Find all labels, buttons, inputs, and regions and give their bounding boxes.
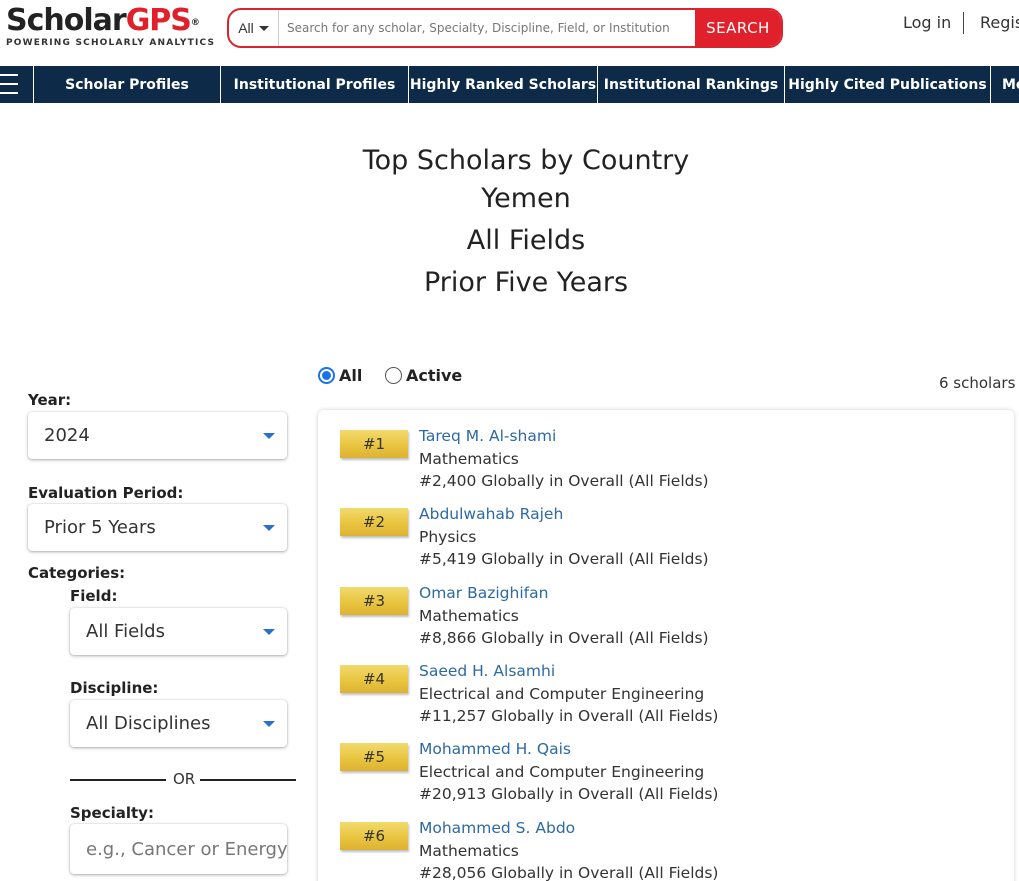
scholar-entry: #5 Mohammed H. Qais Electrical and Compu… <box>318 723 1014 803</box>
search-scope-label: All <box>238 20 254 36</box>
radio-all-label: All <box>339 366 363 385</box>
dropdown-arrow-icon <box>263 432 275 439</box>
nav-highly-ranked-scholars[interactable]: Highly Ranked Scholars <box>409 66 598 103</box>
scholar-name-link[interactable]: Tareq M. Al-shami <box>419 427 556 445</box>
rank-badge: #2 <box>340 508 408 536</box>
rank-badge: #6 <box>340 822 408 850</box>
period-title: Prior Five Years <box>423 267 629 298</box>
field-select[interactable]: All Fields <box>70 608 287 655</box>
dropdown-arrow-icon <box>263 720 275 727</box>
scholar-count: 6 scholars <box>939 374 1016 392</box>
or-divider-right <box>200 779 296 781</box>
scholar-name-link[interactable]: Abdulwahab Rajeh <box>419 505 563 523</box>
evaluation-period-select[interactable]: Prior 5 Years <box>28 504 287 551</box>
scholar-field: Electrical and Computer Engineering <box>419 685 705 703</box>
dropdown-arrow-icon <box>263 628 275 635</box>
scholar-entry: #1 Tareq M. Al-shami Mathematics #2,400 … <box>318 410 1014 490</box>
discipline-value: All Disciplines <box>86 713 211 734</box>
discipline-select[interactable]: All Disciplines <box>70 700 287 747</box>
rank-badge: #4 <box>340 665 408 693</box>
nav-institutional-profiles[interactable]: Institutional Profiles <box>221 66 409 103</box>
search-scope-dropdown[interactable]: All <box>229 10 279 46</box>
page-title-block: Top Scholars by Country Yemen All Fields… <box>0 140 1019 304</box>
logo-part-2: GPS <box>125 3 192 38</box>
radio-all[interactable]: All <box>318 366 362 385</box>
registered-mark: ® <box>190 18 200 28</box>
scholar-entry: #3 Omar Bazighifan Mathematics #8,866 Gl… <box>318 567 1014 647</box>
field-title: All Fields <box>466 225 586 256</box>
dropdown-arrow-icon <box>263 524 275 531</box>
scholar-name-link[interactable]: Mohammed S. Abdo <box>419 819 575 837</box>
scholar-entry: #6 Mohammed S. Abdo Mathematics #28,056 … <box>318 802 1014 881</box>
main-nav: Scholar Profiles Institutional Profiles … <box>0 66 1019 103</box>
site-header: ScholarGPS® POWERING SCHOLARLY ANALYTICS… <box>0 0 1019 66</box>
scholar-global-rank: #20,913 Globally in Overall (All Fields) <box>419 785 719 803</box>
nav-more[interactable]: More <box>991 66 1019 103</box>
radio-active[interactable]: Active <box>385 366 462 385</box>
login-link[interactable]: Log in <box>903 13 951 32</box>
field-label: Field: <box>70 587 118 605</box>
scholar-field: Mathematics <box>419 450 519 468</box>
page-title: Top Scholars by Country <box>362 145 690 176</box>
scholar-global-rank: #28,056 Globally in Overall (All Fields) <box>419 864 719 881</box>
scholar-field: Physics <box>419 528 477 546</box>
scholar-field: Mathematics <box>419 842 519 860</box>
nav-scholar-profiles[interactable]: Scholar Profiles <box>34 66 221 103</box>
scholar-global-rank: #5,419 Globally in Overall (All Fields) <box>419 550 709 568</box>
results-card: #1 Tareq M. Al-shami Mathematics #2,400 … <box>318 410 1014 881</box>
radio-active-label: Active <box>406 366 463 385</box>
search-button[interactable]: SEARCH <box>695 10 781 46</box>
evaluation-period-value: Prior 5 Years <box>44 517 156 538</box>
year-select[interactable]: 2024 <box>28 412 287 459</box>
radio-all-selected-icon[interactable] <box>318 367 335 384</box>
caret-down-icon <box>258 25 269 31</box>
search-input[interactable] <box>279 10 695 46</box>
nav-institutional-rankings[interactable]: Institutional Rankings <box>598 66 785 103</box>
specialty-input[interactable] <box>70 824 287 874</box>
scholargps-logo[interactable]: ScholarGPS® POWERING SCHOLARLY ANALYTICS <box>6 4 216 49</box>
rank-badge: #1 <box>340 430 408 458</box>
logo-part-1: Scholar <box>6 3 127 38</box>
year-label: Year: <box>28 391 72 409</box>
scholar-field: Electrical and Computer Engineering <box>419 763 705 781</box>
or-separator: OR <box>173 770 196 788</box>
search-bar: All SEARCH <box>227 8 783 48</box>
hamburger-menu-icon[interactable] <box>0 66 34 103</box>
rank-badge: #5 <box>340 743 408 771</box>
field-value: All Fields <box>86 621 165 642</box>
scholar-entry: #4 Saeed H. Alsamhi Electrical and Compu… <box>318 645 1014 725</box>
rank-badge: #3 <box>340 587 408 615</box>
country-title: Yemen <box>481 183 571 214</box>
nav-highly-cited-publications[interactable]: Highly Cited Publications <box>785 66 991 103</box>
year-value: 2024 <box>44 425 90 446</box>
scholar-name-link[interactable]: Saeed H. Alsamhi <box>419 662 555 680</box>
scholar-field: Mathematics <box>419 607 519 625</box>
logo-wordmark: ScholarGPS® <box>6 4 215 38</box>
scholar-entry: #2 Abdulwahab Rajeh Physics #5,419 Globa… <box>318 488 1014 568</box>
categories-label: Categories: <box>28 564 126 582</box>
evaluation-period-label: Evaluation Period: <box>28 484 184 502</box>
discipline-label: Discipline: <box>70 679 159 697</box>
logo-tagline: POWERING SCHOLARLY ANALYTICS <box>6 38 216 48</box>
register-link[interactable]: Register <box>980 13 1019 32</box>
scholar-name-link[interactable]: Omar Bazighifan <box>419 584 548 602</box>
radio-active-icon[interactable] <box>385 367 402 384</box>
specialty-label: Specialty: <box>70 804 154 822</box>
or-divider-left <box>70 779 166 781</box>
scholar-name-link[interactable]: Mohammed H. Qais <box>419 740 571 758</box>
header-divider <box>963 12 964 34</box>
